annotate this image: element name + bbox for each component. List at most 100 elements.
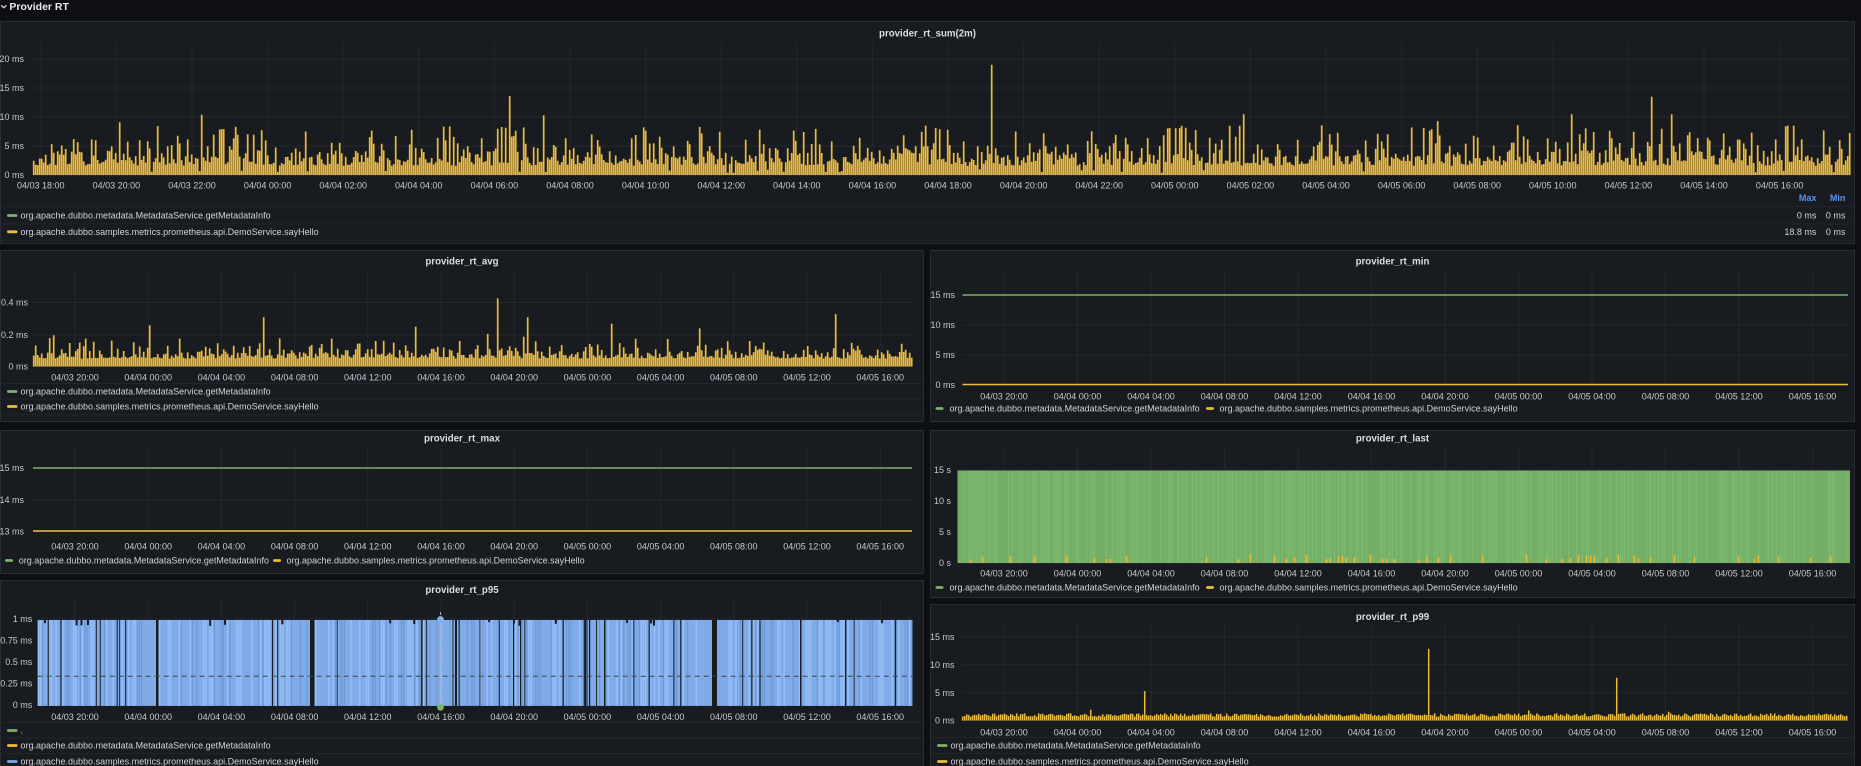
svg-text:04/04 00:00: 04/04 00:00	[1054, 728, 1102, 738]
svg-text:0 s: 0 s	[939, 558, 952, 568]
svg-text:04/04 10:00: 04/04 10:00	[622, 181, 670, 191]
svg-text:04/03 20:00: 04/03 20:00	[51, 712, 99, 722]
svg-text:0 ms: 0 ms	[8, 362, 28, 372]
svg-text:04/04 08:00: 04/04 08:00	[271, 542, 319, 552]
svg-text:provider_rt_last: provider_rt_last	[1356, 433, 1430, 444]
svg-text:04/05 12:00: 04/05 12:00	[783, 542, 831, 552]
svg-text:04/05 08:00: 04/05 08:00	[1642, 569, 1690, 579]
svg-text:04/04 16:00: 04/04 16:00	[417, 712, 465, 722]
svg-text:04/03 20:00: 04/03 20:00	[980, 728, 1028, 738]
svg-text:org.apache.dubbo.samples.metri: org.apache.dubbo.samples.metrics.prometh…	[287, 556, 585, 566]
svg-text:04/04 16:00: 04/04 16:00	[417, 542, 465, 552]
svg-text:04/05 16:00: 04/05 16:00	[1789, 569, 1837, 579]
svg-text:13 ms: 13 ms	[0, 527, 24, 537]
svg-text:0.5 ms: 0.5 ms	[5, 657, 33, 667]
svg-text:provider_rt_min: provider_rt_min	[1356, 256, 1430, 267]
svg-text:0 ms: 0 ms	[1797, 211, 1817, 221]
svg-text:org.apache.dubbo.samples.metri: org.apache.dubbo.samples.metrics.prometh…	[1220, 583, 1518, 593]
svg-text:15 s: 15 s	[934, 465, 952, 475]
svg-text:04/05 16:00: 04/05 16:00	[856, 542, 904, 552]
svg-text:04/04 20:00: 04/04 20:00	[1000, 181, 1048, 191]
svg-text:04/05 12:00: 04/05 12:00	[1605, 181, 1653, 191]
svg-text:15 ms: 15 ms	[0, 463, 24, 473]
svg-text:04/05 00:00: 04/05 00:00	[1495, 569, 1543, 579]
svg-text:org.apache.dubbo.metadata.Meta: org.apache.dubbo.metadata.MetadataServic…	[950, 404, 1200, 414]
svg-text:04/05 00:00: 04/05 00:00	[564, 542, 612, 552]
svg-text:04/04 00:00: 04/04 00:00	[124, 542, 172, 552]
svg-text:org.apache.dubbo.metadata.Meta: org.apache.dubbo.metadata.MetadataServic…	[21, 741, 271, 751]
svg-text:0.25 ms: 0.25 ms	[0, 679, 33, 689]
svg-text:20 ms: 20 ms	[0, 54, 24, 64]
svg-text:5 s: 5 s	[939, 527, 952, 537]
svg-text:04/05 02:00: 04/05 02:00	[1227, 181, 1275, 191]
svg-text:1 ms: 1 ms	[13, 614, 33, 624]
svg-text:04/04 00:00: 04/04 00:00	[1054, 392, 1102, 402]
svg-text:04/05 16:00: 04/05 16:00	[1789, 728, 1837, 738]
svg-text:0 ms: 0 ms	[1826, 211, 1846, 221]
svg-text:04/04 08:00: 04/04 08:00	[546, 181, 594, 191]
svg-text:04/04 08:00: 04/04 08:00	[1201, 392, 1249, 402]
svg-text:15 ms: 15 ms	[930, 632, 955, 642]
svg-text:04/04 20:00: 04/04 20:00	[1421, 728, 1469, 738]
svg-text:04/04 08:00: 04/04 08:00	[1201, 569, 1249, 579]
svg-text:04/04 02:00: 04/04 02:00	[319, 181, 367, 191]
svg-text:04/04 20:00: 04/04 20:00	[1421, 392, 1469, 402]
svg-text:org.apache.dubbo.metadata.Meta: org.apache.dubbo.metadata.MetadataServic…	[19, 556, 269, 566]
svg-text:04/04 12:00: 04/04 12:00	[1274, 569, 1322, 579]
svg-text:04/04 20:00: 04/04 20:00	[490, 712, 538, 722]
svg-text:org.apache.dubbo.metadata.Meta: org.apache.dubbo.metadata.MetadataServic…	[950, 583, 1200, 593]
svg-text:10 ms: 10 ms	[930, 660, 955, 670]
svg-text:04/04 04:00: 04/04 04:00	[1127, 392, 1175, 402]
svg-text:04/04 12:00: 04/04 12:00	[1274, 728, 1322, 738]
svg-text:04/05 16:00: 04/05 16:00	[1789, 392, 1837, 402]
svg-text:04/05 12:00: 04/05 12:00	[1715, 569, 1763, 579]
svg-text:15 ms: 15 ms	[0, 83, 24, 93]
svg-text:04/04 16:00: 04/04 16:00	[849, 181, 897, 191]
svg-text:04/03 20:00: 04/03 20:00	[980, 569, 1028, 579]
svg-text:04/05 04:00: 04/05 04:00	[1568, 728, 1616, 738]
svg-text:04/04 00:00: 04/04 00:00	[1054, 569, 1102, 579]
svg-text:04/05 16:00: 04/05 16:00	[856, 373, 904, 383]
svg-text:04/04 00:00: 04/04 00:00	[124, 373, 172, 383]
svg-text:org.apache.dubbo.samples.metri: org.apache.dubbo.samples.metrics.prometh…	[21, 227, 319, 237]
svg-text:04/03 18:00: 04/03 18:00	[17, 181, 65, 191]
svg-text:04/05 00:00: 04/05 00:00	[1495, 392, 1543, 402]
svg-text:04/05 10:00: 04/05 10:00	[1529, 181, 1577, 191]
svg-text:04/04 20:00: 04/04 20:00	[490, 373, 538, 383]
svg-text:provider_rt_p99: provider_rt_p99	[1356, 612, 1430, 623]
svg-text:04/05 08:00: 04/05 08:00	[710, 542, 758, 552]
svg-text:org.apache.dubbo.metadata.Meta: org.apache.dubbo.metadata.MetadataServic…	[21, 387, 271, 397]
svg-text:04/03 20:00: 04/03 20:00	[51, 542, 99, 552]
svg-text:04/04 12:00: 04/04 12:00	[344, 542, 392, 552]
svg-text:04/05 04:00: 04/05 04:00	[637, 373, 685, 383]
svg-text:04/05 00:00: 04/05 00:00	[564, 373, 612, 383]
svg-text:04/04 16:00: 04/04 16:00	[1348, 392, 1396, 402]
svg-text:04/04 12:00: 04/04 12:00	[344, 373, 392, 383]
svg-text:org.apache.dubbo.samples.metri: org.apache.dubbo.samples.metrics.prometh…	[1220, 404, 1518, 414]
svg-text:04/04 20:00: 04/04 20:00	[490, 542, 538, 552]
svg-text:04/05 12:00: 04/05 12:00	[1715, 392, 1763, 402]
svg-text:provider_rt_max: provider_rt_max	[424, 433, 501, 444]
svg-text:04/04 12:00: 04/04 12:00	[697, 181, 745, 191]
svg-text:Provider RT: Provider RT	[9, 1, 69, 13]
svg-text:04/05 04:00: 04/05 04:00	[1302, 181, 1350, 191]
svg-text:provider_rt_avg: provider_rt_avg	[425, 256, 498, 267]
svg-text:5 ms: 5 ms	[4, 141, 24, 151]
svg-text:0 ms: 0 ms	[4, 170, 24, 180]
svg-text:0 ms: 0 ms	[1826, 227, 1846, 237]
svg-text:04/04 16:00: 04/04 16:00	[417, 373, 465, 383]
svg-text:14 ms: 14 ms	[0, 495, 24, 505]
svg-text:04/05 12:00: 04/05 12:00	[783, 373, 831, 383]
svg-text:04/05 08:00: 04/05 08:00	[1642, 392, 1690, 402]
svg-text:10 ms: 10 ms	[0, 112, 24, 122]
svg-text:org.apache.dubbo.metadata.Meta: org.apache.dubbo.metadata.MetadataServic…	[951, 741, 1201, 751]
svg-text:0 ms: 0 ms	[13, 700, 33, 710]
svg-text:04/05 12:00: 04/05 12:00	[1715, 728, 1763, 738]
svg-text:org.apache.dubbo.metadata.Meta: org.apache.dubbo.metadata.MetadataServic…	[21, 211, 271, 221]
svg-text:04/04 08:00: 04/04 08:00	[1201, 728, 1249, 738]
svg-text:04/05 04:00: 04/05 04:00	[637, 542, 685, 552]
svg-text:0.4 ms: 0.4 ms	[1, 298, 29, 308]
svg-text:org.apache.dubbo.samples.metri: org.apache.dubbo.samples.metrics.prometh…	[951, 757, 1249, 766]
svg-text:org.apache.dubbo.samples.metri: org.apache.dubbo.samples.metrics.prometh…	[21, 402, 319, 412]
svg-text:5 ms: 5 ms	[935, 350, 955, 360]
